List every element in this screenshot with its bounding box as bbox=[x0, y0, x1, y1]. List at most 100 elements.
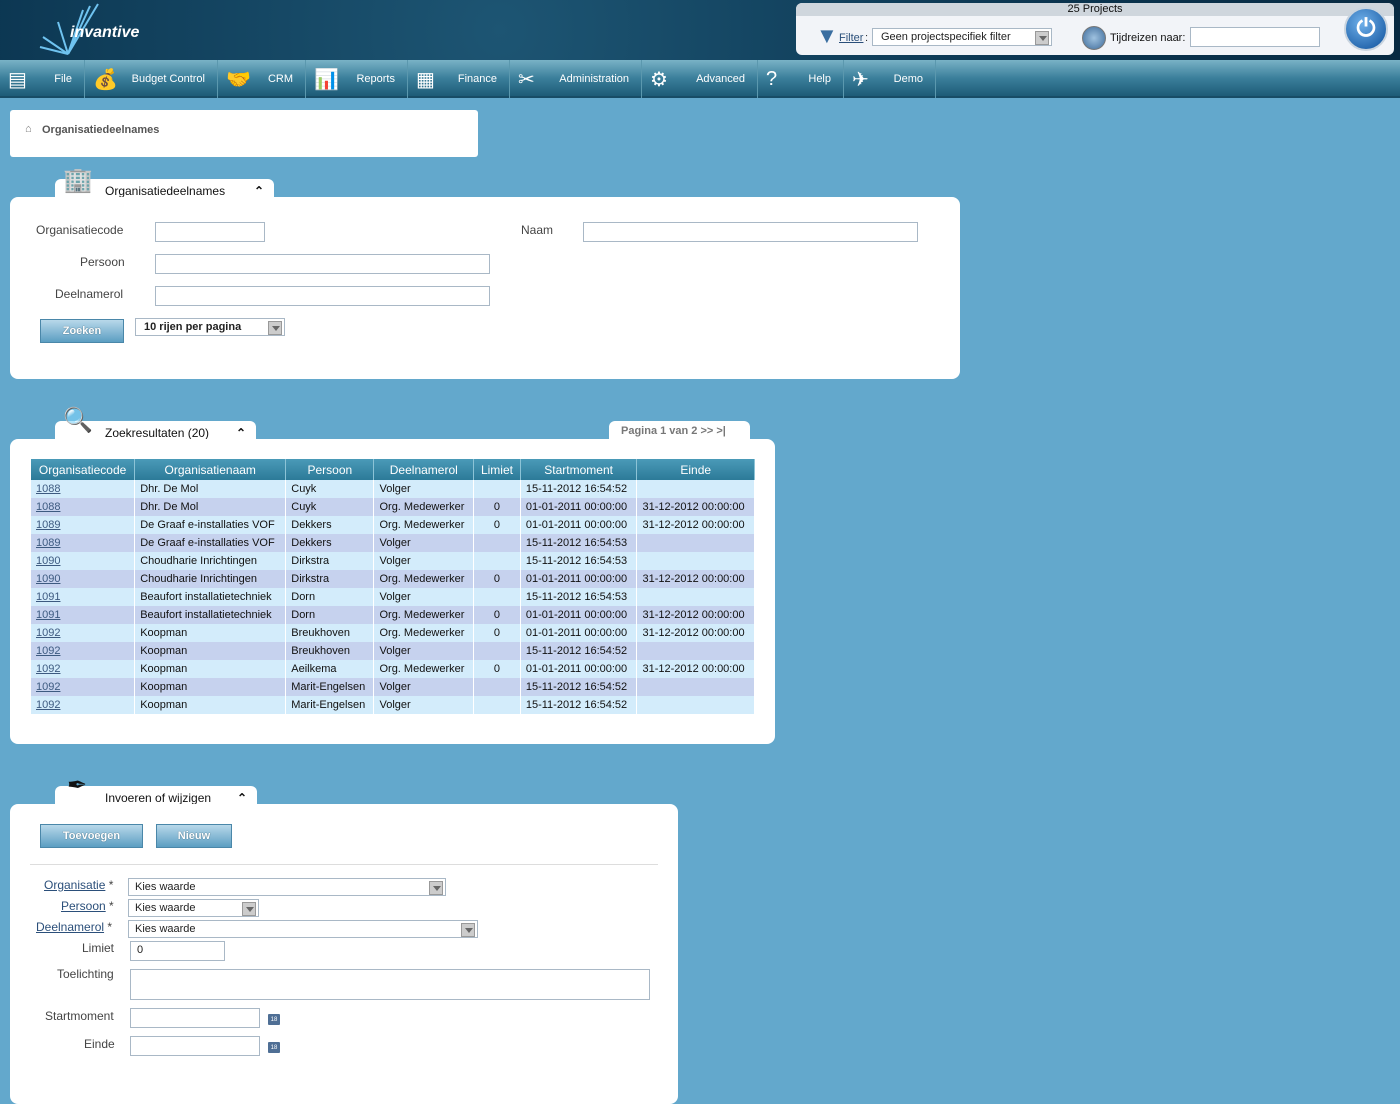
deelnamerol-link[interactable]: Deelnamerol bbox=[36, 920, 104, 934]
persoon-select[interactable]: Kies waarde bbox=[128, 899, 259, 917]
persoon-link[interactable]: Persoon bbox=[61, 899, 106, 913]
column-header[interactable]: Limiet bbox=[473, 459, 521, 480]
table-row[interactable]: 1092 Koopman Aeilkema Org. Medewerker 0 01-01… bbox=[31, 660, 755, 678]
table-row[interactable]: 1090 Choudharie Inrichtingen Dirkstra Org. … bbox=[31, 570, 755, 588]
table-row[interactable]: 1090 Choudharie Inrichtingen Dirkstra Volge… bbox=[31, 552, 755, 570]
table-cell: 1088 bbox=[31, 480, 136, 498]
nav-item-reports[interactable]: 📊 Reports bbox=[306, 60, 408, 98]
add-button[interactable]: Toevoegen bbox=[40, 824, 143, 848]
organisatiecode-link[interactable]: 1092 bbox=[36, 699, 60, 711]
home-icon[interactable]: ⌂ bbox=[25, 123, 32, 135]
table-cell: Dhr. De Mol bbox=[134, 498, 287, 516]
nav-label: Finance bbox=[457, 73, 497, 85]
column-header[interactable]: Startmoment bbox=[520, 459, 638, 480]
table-row[interactable]: 1092 Koopman Breukhoven Volger 15-11-2012 16… bbox=[31, 642, 755, 660]
organisatie-select[interactable]: Kies waarde bbox=[128, 878, 446, 896]
table-cell: 01-01-2011 00:00:00 bbox=[520, 516, 638, 534]
organisatiecode-link[interactable]: 1092 bbox=[36, 627, 60, 639]
organisatiecode-link[interactable]: 1092 bbox=[36, 681, 60, 693]
nav-item-crm[interactable]: 🤝 CRM bbox=[218, 60, 306, 98]
table-cell: 1092 bbox=[31, 642, 136, 660]
table-row[interactable]: 1092 Koopman Marit-Engelsen Volger 15-11-201… bbox=[31, 678, 755, 696]
time-travel-input[interactable] bbox=[1190, 27, 1320, 47]
organisatiecode-link[interactable]: 1089 bbox=[36, 537, 60, 549]
table-cell: Org. Medewerker bbox=[373, 570, 475, 588]
organisatiecode-link[interactable]: 1088 bbox=[36, 483, 60, 495]
table-cell: 15-11-2012 16:54:52 bbox=[520, 696, 638, 714]
table-cell bbox=[473, 534, 521, 552]
calendar-icon[interactable]: 18 bbox=[268, 1014, 280, 1025]
table-row[interactable]: 1088 Dhr. De Mol Cuyk Org. Medewerker 0 01-01… bbox=[31, 498, 755, 516]
organisatiecode-link[interactable]: 1092 bbox=[36, 645, 60, 657]
table-row[interactable]: 1092 Koopman Breukhoven Org. Medewerker 0 01-… bbox=[31, 624, 755, 642]
table-row[interactable]: 1089 De Graaf e-installaties VOF Dekkers Or… bbox=[31, 516, 755, 534]
column-header[interactable]: Organisatienaam bbox=[134, 459, 287, 480]
limiet-input[interactable]: 0 bbox=[130, 941, 225, 961]
nav-item-help[interactable]: ? Help bbox=[758, 60, 844, 98]
chevron-down-icon bbox=[429, 881, 443, 895]
naam-input[interactable] bbox=[583, 222, 918, 242]
nav-item-file[interactable]: ▤ File bbox=[0, 60, 85, 98]
table-cell: 0 bbox=[473, 570, 521, 588]
table-cell: 15-11-2012 16:54:52 bbox=[520, 642, 638, 660]
nav-item-budget-control[interactable]: 💰 Budget Control bbox=[85, 60, 218, 98]
table-cell: Org. Medewerker bbox=[373, 624, 475, 642]
nav-item-advanced[interactable]: ⚙ Advanced bbox=[642, 60, 758, 98]
table-cell: Org. Medewerker bbox=[373, 606, 475, 624]
table-cell: Beaufort installatietechniek bbox=[134, 606, 287, 624]
table-cell: Marit-Engelsen bbox=[285, 696, 375, 714]
file-cabinet-icon: ▤ bbox=[8, 68, 27, 91]
magnifier-icon: 🔍 bbox=[63, 407, 93, 434]
power-logout-button[interactable]: ⏻ bbox=[1344, 7, 1388, 51]
nav-item-demo[interactable]: ✈ Demo bbox=[844, 60, 936, 98]
calendar-icon[interactable]: 18 bbox=[268, 1042, 280, 1053]
table-row[interactable]: 1091 Beaufort installatietechniek Dorn Volg… bbox=[31, 588, 755, 606]
filter-link[interactable]: Filter bbox=[839, 32, 863, 44]
organisatiecode-link[interactable]: 1089 bbox=[36, 519, 60, 531]
column-header[interactable]: Einde bbox=[636, 459, 755, 480]
new-button[interactable]: Nieuw bbox=[156, 824, 232, 848]
help-icon: ? bbox=[766, 67, 778, 90]
column-header[interactable]: Organisatiecode bbox=[31, 459, 136, 480]
column-header[interactable]: Persoon bbox=[285, 459, 375, 480]
persoon-input[interactable] bbox=[155, 254, 490, 274]
table-row[interactable]: 1091 Beaufort installatietechniek Dorn Org.… bbox=[31, 606, 755, 624]
table-cell bbox=[473, 552, 521, 570]
project-filter-select[interactable]: Geen projectspecifiek filter bbox=[872, 28, 1052, 46]
chevron-down-icon bbox=[1035, 31, 1049, 45]
deelnamerol-input[interactable] bbox=[155, 286, 490, 306]
einde-input[interactable] bbox=[130, 1036, 260, 1056]
toelichting-textarea[interactable] bbox=[130, 969, 650, 1000]
table-cell bbox=[636, 552, 755, 570]
nav-item-administration[interactable]: ✂ Administration bbox=[510, 60, 642, 98]
table-cell: 01-01-2011 00:00:00 bbox=[520, 660, 638, 678]
search-button[interactable]: Zoeken bbox=[40, 319, 124, 343]
organisatiecode-link[interactable]: 1092 bbox=[36, 663, 60, 675]
table-cell: Breukhoven bbox=[285, 642, 375, 660]
startmoment-input[interactable] bbox=[130, 1008, 260, 1028]
search-panel: Organisatiecode Naam Persoon Deelnamerol… bbox=[10, 197, 960, 379]
deelnamerol-select[interactable]: Kies waarde bbox=[128, 920, 478, 938]
pagination[interactable]: Pagina 1 van 2 >> >| bbox=[609, 421, 750, 441]
table-cell: Volger bbox=[373, 642, 475, 660]
organisatiecode-link[interactable]: 1091 bbox=[36, 609, 60, 621]
organisatiecode-input[interactable] bbox=[155, 222, 265, 242]
nav-item-finance[interactable]: ▦ Finance bbox=[408, 60, 510, 98]
table-cell: 15-11-2012 16:54:52 bbox=[520, 480, 638, 498]
organisatiecode-link[interactable]: 1088 bbox=[36, 501, 60, 513]
table-cell bbox=[636, 480, 755, 498]
table-cell: Dhr. De Mol bbox=[134, 480, 287, 498]
organisatiecode-link[interactable]: 1090 bbox=[36, 573, 60, 585]
chevron-down-icon bbox=[242, 902, 256, 916]
table-row[interactable]: 1092 Koopman Marit-Engelsen Volger 15-11-201… bbox=[31, 696, 755, 714]
table-cell: De Graaf e-installaties VOF bbox=[134, 534, 287, 552]
table-row[interactable]: 1088 Dhr. De Mol Cuyk Volger 15-11-2012 16:5… bbox=[31, 480, 755, 498]
column-header[interactable]: Deelnamerol bbox=[373, 459, 475, 480]
nav-label: Help bbox=[808, 73, 831, 85]
table-row[interactable]: 1089 De Graaf e-installaties VOF Dekkers Vo… bbox=[31, 534, 755, 552]
rows-per-page-select[interactable]: 10 rijen per pagina bbox=[135, 318, 285, 336]
organisatiecode-link[interactable]: 1091 bbox=[36, 591, 60, 603]
organisatie-link[interactable]: Organisatie bbox=[44, 878, 105, 892]
time-travel-icon bbox=[1082, 26, 1106, 50]
organisatiecode-link[interactable]: 1090 bbox=[36, 555, 60, 567]
